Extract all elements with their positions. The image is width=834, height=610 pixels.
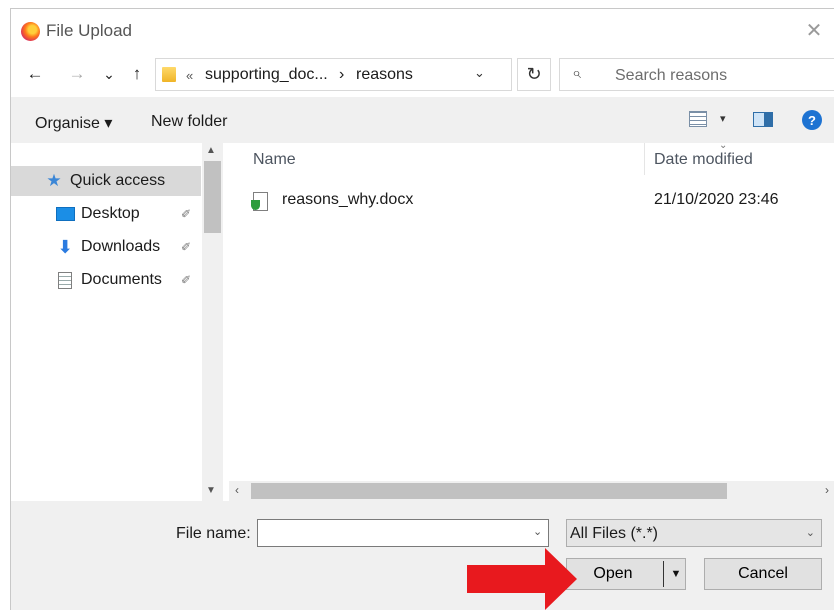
pin-icon: ✐ — [181, 240, 192, 254]
overflow-crumb[interactable]: « — [186, 68, 193, 83]
red-arrow-annotation — [467, 548, 577, 610]
download-arrow-icon: ⬇ — [57, 236, 73, 257]
recent-locations-button[interactable]: ⌄ — [97, 62, 121, 86]
search-box[interactable]: ⌕ Search reasons — [559, 58, 834, 91]
breadcrumb-separator: › — [339, 66, 345, 83]
breadcrumb-supporting-doc[interactable]: supporting_doc... — [205, 66, 328, 84]
new-folder-button[interactable]: New folder — [151, 113, 227, 131]
address-box[interactable]: « supporting_doc... › reasons ⌄ — [155, 58, 512, 91]
file-date-modified: 21/10/2020 23:46 — [654, 191, 779, 208]
documents-icon — [55, 271, 75, 289]
split-divider — [663, 561, 664, 587]
file-list-hscrollbar[interactable]: ‹ › — [229, 481, 834, 501]
file-type-value: All Files (*.*) — [570, 525, 659, 542]
scroll-right-icon[interactable]: › — [825, 483, 829, 497]
nav-item-desktop[interactable]: Desktop ✐ — [11, 199, 201, 229]
cancel-button[interactable]: Cancel — [704, 558, 822, 590]
docx-icon — [251, 192, 268, 211]
up-button[interactable]: ↑ — [125, 62, 149, 86]
file-name-dropdown-icon[interactable]: ⌄ — [533, 525, 542, 538]
file-row[interactable]: reasons_why.docx 21/10/2020 23:46 — [226, 191, 826, 217]
file-name-label: File name: — [176, 525, 251, 542]
sort-chevron-icon: ⌄ — [719, 140, 728, 151]
star-icon: ★ — [46, 171, 62, 190]
pin-icon: ✐ — [181, 273, 192, 287]
scroll-down-icon[interactable]: ▼ — [206, 485, 216, 496]
nav-item-label: Desktop — [81, 205, 140, 222]
view-dropdown-icon[interactable]: ▾ — [720, 112, 726, 125]
forward-button[interactable]: → — [65, 62, 89, 86]
file-upload-dialog: File Upload ✕ ← → ⌄ ↑ « supporting_doc..… — [10, 8, 834, 610]
nav-item-quick-access[interactable]: ★ Quick access — [11, 166, 201, 196]
pin-icon: ✐ — [181, 207, 192, 221]
desktop-icon — [55, 206, 75, 222]
help-icon[interactable]: ? — [802, 110, 822, 130]
file-name-input[interactable] — [257, 519, 549, 547]
navigation-pane: ★ Quick access Desktop ✐ ⬇ Downloads ✐ D… — [11, 143, 223, 501]
open-options-icon[interactable]: ▼ — [666, 558, 686, 590]
firefox-icon — [21, 22, 40, 41]
nav-pane-scrollbar[interactable]: ▲ ▼ — [202, 143, 223, 501]
column-header-name[interactable]: Name — [253, 151, 296, 169]
address-row: ← → ⌄ ↑ « supporting_doc... › reasons ⌄ … — [11, 52, 834, 97]
folder-icon — [162, 67, 176, 82]
nav-item-label: Documents — [81, 271, 162, 288]
address-dropdown-icon[interactable]: ⌄ — [474, 65, 485, 81]
scroll-up-icon[interactable]: ▲ — [206, 145, 216, 156]
file-list: Name ⌄ Date modified reasons_why.docx 21… — [226, 140, 834, 501]
scrollbar-thumb[interactable] — [204, 161, 221, 233]
bottom-panel: File name: ⌄ All Files (*.*) ⌄ Open ▼ Ca… — [11, 501, 834, 610]
organise-button[interactable]: Organise ▾ — [35, 113, 112, 133]
content-area: ★ Quick access Desktop ✐ ⬇ Downloads ✐ D… — [11, 140, 834, 501]
nav-item-downloads[interactable]: ⬇ Downloads ✐ — [11, 232, 201, 262]
nav-item-label: Quick access — [70, 172, 166, 189]
preview-pane-icon[interactable] — [753, 112, 773, 127]
breadcrumb-reasons[interactable]: reasons — [356, 66, 413, 84]
search-icon: ⌕ — [572, 65, 581, 82]
close-button[interactable]: ✕ — [799, 15, 829, 45]
file-type-select[interactable]: All Files (*.*) ⌄ — [566, 519, 822, 547]
hscrollbar-thumb[interactable] — [251, 483, 727, 499]
column-header-date-modified[interactable]: Date modified — [654, 151, 753, 169]
refresh-button[interactable]: ↻ — [517, 58, 551, 91]
column-divider[interactable] — [644, 143, 645, 175]
scroll-left-icon[interactable]: ‹ — [235, 483, 239, 497]
nav-item-documents[interactable]: Documents ✐ — [11, 265, 201, 295]
window-title: File Upload — [46, 21, 132, 40]
change-view-icon[interactable] — [689, 111, 707, 127]
toolbar: Organise ▾ New folder ▾ ? — [11, 102, 834, 142]
file-name: reasons_why.docx — [282, 191, 414, 208]
chevron-down-icon: ⌄ — [805, 527, 815, 539]
title-bar: File Upload ✕ — [11, 9, 834, 52]
back-button[interactable]: ← — [23, 62, 47, 86]
search-input[interactable]: Search reasons — [615, 67, 727, 85]
nav-item-label: Downloads — [81, 238, 161, 255]
